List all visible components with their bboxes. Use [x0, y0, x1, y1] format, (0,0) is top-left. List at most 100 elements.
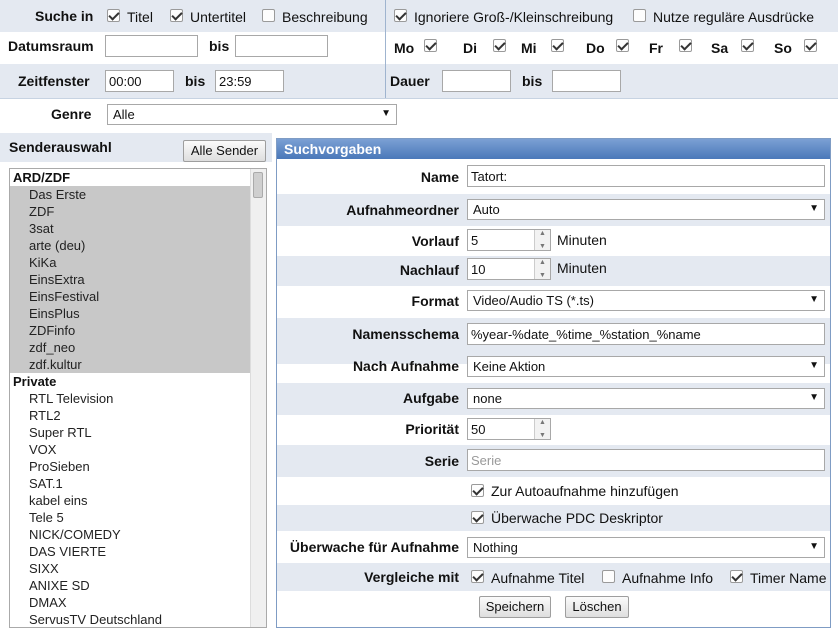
- ignore-case-checkbox[interactable]: [394, 9, 407, 22]
- serie-input[interactable]: Serie: [467, 449, 825, 471]
- sender-item[interactable]: VOX: [29, 442, 56, 457]
- sender-item[interactable]: SIXX: [29, 561, 59, 576]
- stepper-icon[interactable]: [534, 419, 550, 439]
- untertitel-checkbox[interactable]: [170, 9, 183, 22]
- sender-item[interactable]: RTL2: [29, 408, 61, 423]
- sender-item[interactable]: Tele 5: [29, 510, 64, 525]
- cmp-title-checkbox[interactable]: [471, 570, 484, 583]
- weekday-label-di: Di: [463, 40, 477, 56]
- weekday-checkbox-mo[interactable]: [424, 39, 437, 52]
- sender-list[interactable]: ARD/ZDF Das Erste ZDF 3sat arte (deu) KiKa Ein…: [9, 168, 267, 628]
- schema-input[interactable]: %year-%date_%time_%station_%name: [467, 323, 825, 345]
- chevron-down-icon: ▼: [809, 541, 819, 552]
- format-label: Format: [411, 293, 459, 309]
- sender-item[interactable]: ServusTV Deutschland: [29, 612, 162, 627]
- after-label: Nach Aufnahme: [352, 358, 459, 374]
- genre-label: Genre: [51, 106, 92, 122]
- panel-title: Suchvorgaben: [277, 139, 830, 159]
- nachlauf-value: 10: [471, 262, 486, 277]
- time-bis-label: bis: [185, 73, 206, 89]
- vorlauf-input[interactable]: 5: [467, 229, 551, 251]
- sender-item[interactable]: zdf_neo: [29, 340, 75, 355]
- after-value: Keine Aktion: [473, 359, 546, 374]
- task-value: none: [473, 391, 502, 406]
- after-select[interactable]: Keine Aktion ▼: [467, 356, 825, 377]
- watch-label: Überwache für Aufnahme: [289, 539, 459, 555]
- weekday-label-mo: Mo: [394, 40, 415, 56]
- weekday-label-mi: Mi: [521, 40, 537, 56]
- vorlauf-label: Vorlauf: [411, 233, 459, 249]
- weekday-checkbox-fr[interactable]: [679, 39, 692, 52]
- chevron-down-icon: ▼: [809, 360, 819, 371]
- nachlauf-label: Nachlauf: [399, 262, 459, 278]
- genre-select[interactable]: Alle ▼: [107, 104, 397, 125]
- all-senders-button[interactable]: Alle Sender: [183, 140, 266, 162]
- scrollbar-thumb[interactable]: [253, 172, 263, 198]
- dauer-from-input[interactable]: [442, 70, 511, 92]
- sender-item[interactable]: ZDF: [29, 204, 54, 219]
- time-to-input[interactable]: 23:59: [215, 70, 284, 92]
- format-value: Video/Audio TS (*.ts): [473, 293, 594, 308]
- weekday-checkbox-do[interactable]: [616, 39, 629, 52]
- sender-item[interactable]: RTL Television: [29, 391, 113, 406]
- stepper-icon[interactable]: [534, 259, 550, 279]
- sender-item[interactable]: kabel eins: [29, 493, 88, 508]
- sender-item[interactable]: ProSieben: [29, 459, 90, 474]
- beschreibung-label: Beschreibung: [282, 9, 368, 25]
- sender-item[interactable]: ZDFinfo: [29, 323, 75, 338]
- name-input[interactable]: Tatort:: [467, 165, 825, 187]
- dauer-label: Dauer: [390, 73, 430, 89]
- auto-add-checkbox[interactable]: [471, 484, 484, 497]
- scrollbar[interactable]: [250, 169, 266, 627]
- watch-select[interactable]: Nothing ▼: [467, 537, 825, 558]
- sender-item[interactable]: arte (deu): [29, 238, 85, 253]
- weekday-checkbox-di[interactable]: [493, 39, 506, 52]
- sender-item[interactable]: zdf.kultur: [29, 357, 82, 372]
- date-to-input[interactable]: [235, 35, 328, 57]
- sender-item[interactable]: DAS VIERTE: [29, 544, 106, 559]
- beschreibung-checkbox[interactable]: [262, 9, 275, 22]
- sender-item[interactable]: Super RTL: [29, 425, 92, 440]
- sender-item[interactable]: 3sat: [29, 221, 54, 236]
- regex-checkbox[interactable]: [633, 9, 646, 22]
- time-from-input[interactable]: 00:00: [105, 70, 174, 92]
- schema-label: Namensschema: [352, 326, 459, 342]
- stepper-icon[interactable]: [534, 230, 550, 250]
- save-button[interactable]: Speichern: [479, 596, 551, 618]
- untertitel-label: Untertitel: [190, 9, 247, 25]
- nachlauf-input[interactable]: 10: [467, 258, 551, 280]
- titel-checkbox[interactable]: [107, 9, 120, 22]
- sender-title: Senderauswahl: [9, 139, 112, 155]
- weekday-checkbox-so[interactable]: [804, 39, 817, 52]
- format-select[interactable]: Video/Audio TS (*.ts) ▼: [467, 290, 825, 311]
- datumsraum-label: Datumsraum: [8, 38, 94, 54]
- task-select[interactable]: none ▼: [467, 388, 825, 409]
- sender-item[interactable]: DMAX: [29, 595, 67, 610]
- sender-group[interactable]: Private: [13, 374, 56, 389]
- vorlauf-value: 5: [471, 233, 479, 248]
- weekday-checkbox-sa[interactable]: [741, 39, 754, 52]
- folder-select[interactable]: Auto ▼: [467, 199, 825, 220]
- cmp-info-checkbox[interactable]: [602, 570, 615, 583]
- chevron-down-icon: ▼: [809, 203, 819, 214]
- pdc-label: Überwache PDC Deskriptor: [491, 510, 663, 526]
- sender-item[interactable]: EinsFestival: [29, 289, 99, 304]
- pdc-checkbox[interactable]: [471, 511, 484, 524]
- sender-item[interactable]: KiKa: [29, 255, 56, 270]
- sender-item[interactable]: ANIXE SD: [29, 578, 90, 593]
- sender-item[interactable]: SAT.1: [29, 476, 63, 491]
- date-bis-label: bis: [209, 38, 230, 54]
- sender-item[interactable]: EinsExtra: [29, 272, 85, 287]
- cmp-timer-checkbox[interactable]: [730, 570, 743, 583]
- sender-item[interactable]: EinsPlus: [29, 306, 80, 321]
- genre-value: Alle: [113, 107, 135, 122]
- zeitfenster-label: Zeitfenster: [18, 73, 90, 89]
- prio-input[interactable]: 50: [467, 418, 551, 440]
- sender-item[interactable]: Das Erste: [29, 187, 86, 202]
- dauer-to-input[interactable]: [552, 70, 621, 92]
- sender-item[interactable]: NICK/COMEDY: [29, 527, 121, 542]
- weekday-checkbox-mi[interactable]: [551, 39, 564, 52]
- date-from-input[interactable]: [105, 35, 198, 57]
- delete-button[interactable]: Löschen: [565, 596, 629, 618]
- sender-group[interactable]: ARD/ZDF: [13, 170, 70, 185]
